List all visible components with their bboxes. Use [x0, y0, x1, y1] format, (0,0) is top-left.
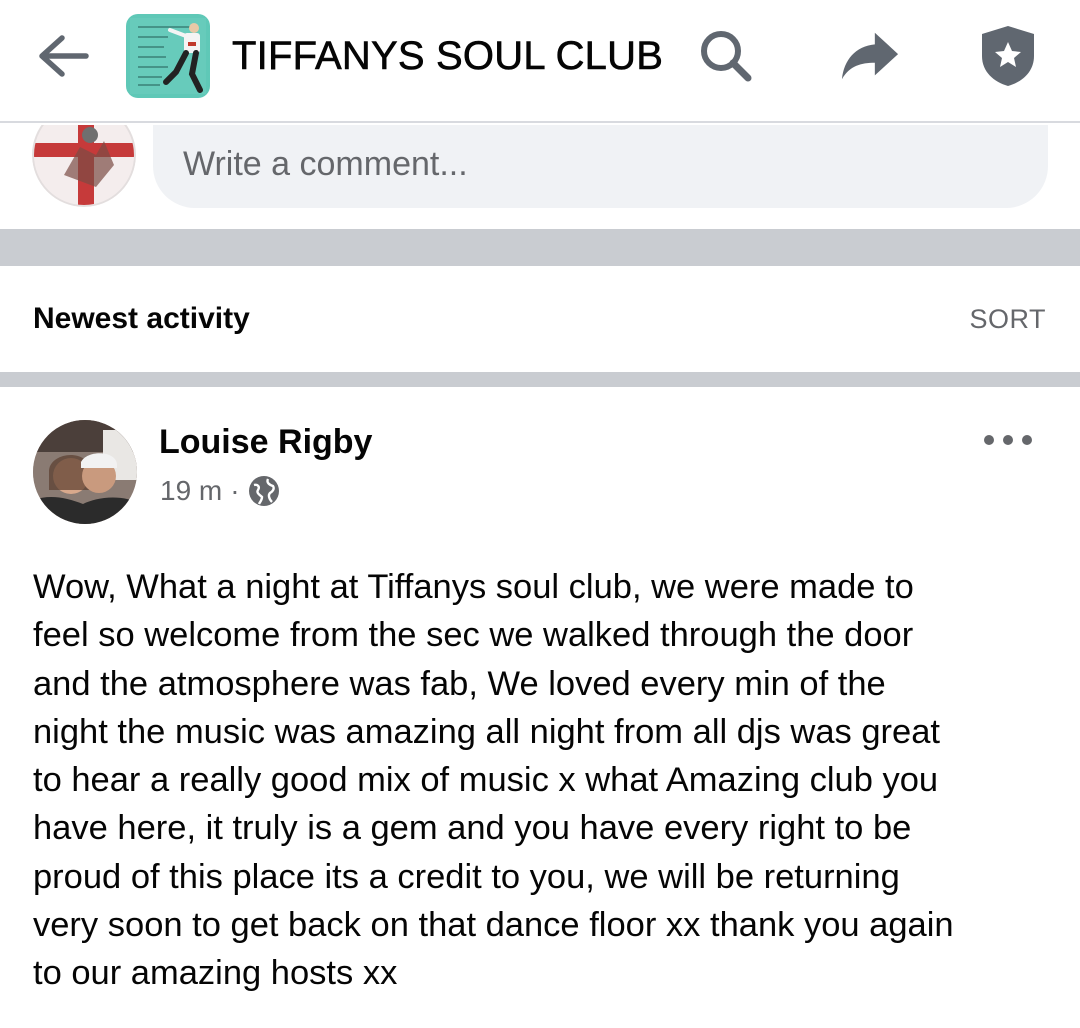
post-more-button[interactable]: [984, 427, 1032, 453]
author-avatar[interactable]: [33, 420, 137, 524]
top-app-bar: TIFFANYS SOUL CLUB: [0, 0, 1080, 123]
author-photo: [33, 420, 137, 524]
section-divider: [0, 372, 1080, 387]
sort-button[interactable]: SORT: [969, 304, 1046, 335]
globe-icon: [248, 476, 279, 506]
arrow-left-icon: [39, 35, 89, 77]
post-body-text: Wow, What a night at Tiffanys soul club,…: [33, 568, 954, 993]
group-cover-thumbnail[interactable]: [126, 14, 210, 98]
comment-input-container[interactable]: [153, 125, 1048, 208]
shield-star-icon: [982, 26, 1034, 86]
post-meta: 19 m ·: [160, 475, 280, 507]
share-arrow-icon: [841, 32, 899, 80]
comment-input[interactable]: [183, 139, 1003, 189]
page-title: TIFFANYS SOUL CLUB: [232, 34, 664, 79]
search-icon: [701, 31, 752, 82]
dancer-illustration: [163, 23, 203, 93]
back-button[interactable]: [30, 28, 94, 84]
section-divider: [0, 229, 1080, 266]
sort-title: Newest activity: [33, 302, 250, 335]
admin-tools-button[interactable]: [978, 26, 1038, 86]
cross-flag-avatar-image: [34, 125, 134, 205]
post: Louise Rigby 19 m · Wow, What a night at…: [0, 387, 1080, 1028]
sort-bar: Newest activity SORT: [0, 266, 1080, 372]
author-name[interactable]: Louise Rigby: [159, 423, 372, 462]
current-user-avatar[interactable]: [32, 125, 136, 207]
post-timestamp[interactable]: 19 m: [160, 475, 222, 507]
meta-separator: ·: [230, 475, 240, 506]
more-horizontal-icon: [984, 435, 994, 445]
comment-composer: [0, 125, 1080, 229]
search-button[interactable]: [696, 26, 756, 86]
share-button[interactable]: [840, 26, 900, 86]
